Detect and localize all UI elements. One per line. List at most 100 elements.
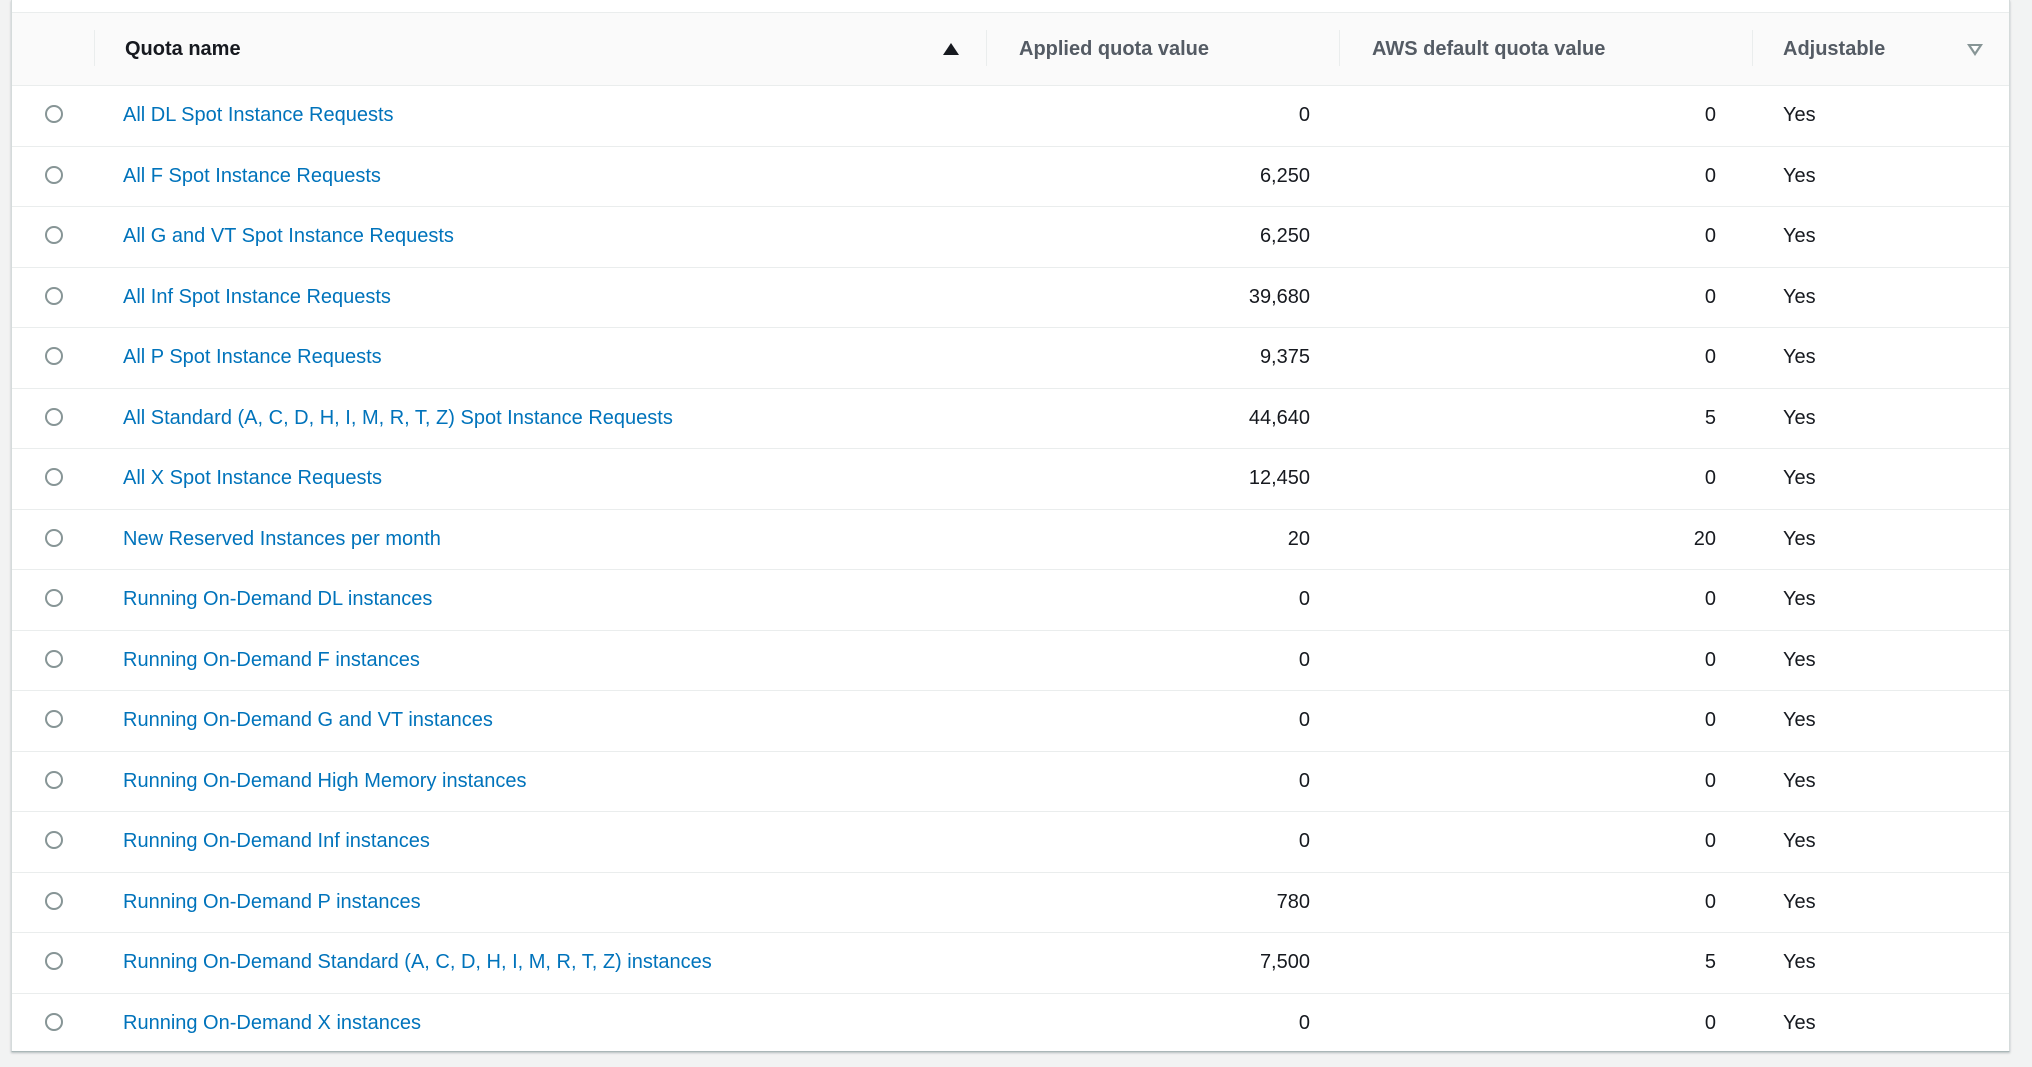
row-select-radio[interactable]: [45, 589, 63, 607]
row-select-radio[interactable]: [45, 831, 63, 849]
quota-name-link[interactable]: All F Spot Instance Requests: [123, 147, 381, 206]
table-body: All DL Spot Instance Requests 0 0 Yes Al…: [12, 86, 2009, 1054]
quota-name-link[interactable]: Running On-Demand Inf instances: [123, 812, 430, 871]
table-row[interactable]: Running On-Demand G and VT instances 0 0…: [12, 691, 2009, 752]
aws-default-quota-value: 0: [1704, 164, 1716, 187]
sort-descending-inactive-icon[interactable]: [1967, 44, 1983, 56]
adjustable-value: Yes: [1783, 164, 1816, 187]
row-select-radio[interactable]: [45, 710, 63, 728]
row-select-radio[interactable]: [45, 286, 63, 305]
adjustable-value: Yes: [1783, 104, 1816, 126]
row-select-radio[interactable]: [45, 952, 63, 970]
table-row[interactable]: Running On-Demand Standard (A, C, D, H, …: [12, 933, 2009, 994]
aws-default-quota-value: 0: [1704, 346, 1716, 368]
table-row[interactable]: Running On-Demand F instances 0 0 Yes: [12, 631, 2009, 691]
applied-quota-value: 9,375: [1259, 346, 1310, 368]
quota-name-link[interactable]: All Standard (A, C, D, H, I, M, R, T, Z)…: [123, 389, 673, 448]
row-select-radio[interactable]: [45, 1012, 63, 1031]
sort-ascending-icon[interactable]: [943, 43, 959, 55]
aws-default-quota-value: 0: [1704, 709, 1716, 731]
adjustable-value: Yes: [1783, 890, 1816, 913]
aws-default-quota-value: 0: [1704, 285, 1716, 308]
applied-quota-value: 20: [1287, 527, 1310, 550]
quota-name-link[interactable]: Running On-Demand Standard (A, C, D, H, …: [123, 933, 712, 992]
adjustable-value: Yes: [1783, 648, 1816, 671]
column-divider: [94, 30, 95, 66]
column-header-adjustable[interactable]: Adjustable: [1783, 13, 1885, 85]
row-select-radio[interactable]: [45, 347, 63, 365]
aws-default-quota-value: 5: [1704, 951, 1716, 973]
quota-name-link[interactable]: All G and VT Spot Instance Requests: [123, 207, 454, 266]
row-select-radio[interactable]: [45, 891, 63, 910]
adjustable-value: Yes: [1783, 527, 1816, 550]
aws-default-quota-value: 0: [1704, 467, 1716, 489]
quota-name-link[interactable]: Running On-Demand G and VT instances: [123, 691, 493, 750]
table-row[interactable]: All G and VT Spot Instance Requests 6,25…: [12, 207, 2009, 268]
aws-default-quota-value: 0: [1704, 225, 1716, 247]
applied-quota-value: 0: [1298, 769, 1310, 792]
aws-default-quota-value: 0: [1704, 588, 1716, 610]
table-row[interactable]: Running On-Demand X instances 0 0 Yes: [12, 994, 2009, 1055]
row-select-radio[interactable]: [45, 468, 63, 486]
aws-default-quota-value: 5: [1704, 406, 1716, 429]
adjustable-value: Yes: [1783, 769, 1816, 792]
row-select-radio[interactable]: [45, 105, 63, 123]
aws-default-quota-value: 20: [1693, 527, 1716, 550]
quota-name-link[interactable]: Running On-Demand P instances: [123, 873, 421, 932]
adjustable-value: Yes: [1783, 346, 1816, 368]
adjustable-value: Yes: [1783, 225, 1816, 247]
adjustable-value: Yes: [1783, 285, 1816, 308]
quota-name-link[interactable]: Running On-Demand F instances: [123, 631, 420, 690]
adjustable-value: Yes: [1783, 709, 1816, 731]
adjustable-value: Yes: [1783, 467, 1816, 489]
table-row[interactable]: All DL Spot Instance Requests 0 0 Yes: [12, 86, 2009, 147]
row-select-radio[interactable]: [45, 165, 63, 184]
column-divider[interactable]: [986, 30, 987, 66]
aws-default-quota-value: 0: [1704, 1011, 1716, 1034]
table-row[interactable]: New Reserved Instances per month 20 20 Y…: [12, 510, 2009, 570]
quota-name-link[interactable]: Running On-Demand X instances: [123, 994, 421, 1053]
adjustable-value: Yes: [1783, 406, 1816, 429]
applied-quota-value: 0: [1298, 648, 1310, 671]
applied-quota-value: 0: [1298, 1011, 1310, 1034]
applied-quota-value: 12,450: [1248, 467, 1310, 489]
table-row[interactable]: All F Spot Instance Requests 6,250 0 Yes: [12, 147, 2009, 207]
quota-name-link[interactable]: All X Spot Instance Requests: [123, 449, 382, 508]
column-divider[interactable]: [1752, 30, 1753, 66]
quota-name-link[interactable]: New Reserved Instances per month: [123, 510, 441, 569]
column-divider[interactable]: [1339, 30, 1340, 66]
table-row[interactable]: Running On-Demand High Memory instances …: [12, 752, 2009, 812]
row-select-radio[interactable]: [45, 407, 63, 426]
adjustable-value: Yes: [1783, 588, 1816, 610]
applied-quota-value: 0: [1298, 588, 1310, 610]
aws-default-quota-value: 0: [1704, 769, 1716, 792]
table-row[interactable]: All Standard (A, C, D, H, I, M, R, T, Z)…: [12, 389, 2009, 449]
aws-default-quota-value: 0: [1704, 890, 1716, 913]
column-header-aws-default-quota-value[interactable]: AWS default quota value: [1372, 13, 1605, 85]
applied-quota-value: 780: [1276, 890, 1310, 913]
adjustable-value: Yes: [1783, 1011, 1816, 1034]
quota-name-link[interactable]: All DL Spot Instance Requests: [123, 86, 394, 145]
table-row[interactable]: All Inf Spot Instance Requests 39,680 0 …: [12, 268, 2009, 328]
table-row[interactable]: Running On-Demand P instances 780 0 Yes: [12, 873, 2009, 933]
applied-quota-value: 44,640: [1248, 406, 1310, 429]
aws-default-quota-value: 0: [1704, 648, 1716, 671]
row-select-radio[interactable]: [45, 226, 63, 244]
row-select-radio[interactable]: [45, 649, 63, 668]
column-header-quota-name[interactable]: Quota name: [125, 13, 241, 85]
quota-name-link[interactable]: Running On-Demand DL instances: [123, 570, 432, 629]
table-row[interactable]: All P Spot Instance Requests 9,375 0 Yes: [12, 328, 2009, 389]
table-row[interactable]: All X Spot Instance Requests 12,450 0 Ye…: [12, 449, 2009, 510]
applied-quota-value: 0: [1298, 709, 1310, 731]
applied-quota-value: 0: [1298, 830, 1310, 852]
row-select-radio[interactable]: [45, 770, 63, 789]
column-header-applied-quota-value[interactable]: Applied quota value: [1019, 13, 1209, 85]
table-row[interactable]: Running On-Demand Inf instances 0 0 Yes: [12, 812, 2009, 873]
quota-name-link[interactable]: Running On-Demand High Memory instances: [123, 752, 527, 811]
quota-name-link[interactable]: All Inf Spot Instance Requests: [123, 268, 391, 327]
applied-quota-value: 6,250: [1259, 164, 1310, 187]
applied-quota-value: 39,680: [1248, 285, 1310, 308]
quota-name-link[interactable]: All P Spot Instance Requests: [123, 328, 382, 387]
table-row[interactable]: Running On-Demand DL instances 0 0 Yes: [12, 570, 2009, 631]
row-select-radio[interactable]: [45, 528, 63, 547]
